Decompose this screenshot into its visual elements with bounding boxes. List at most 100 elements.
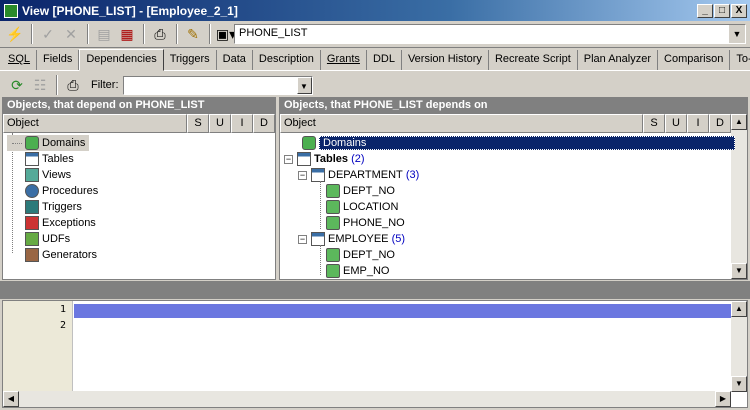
tree-item-employee[interactable]: − EMPLOYEE (5) bbox=[298, 231, 405, 247]
tab-data[interactable]: Data bbox=[217, 50, 253, 70]
main-toolbar: ⚡ ✓ ✕ ▤ ▦ ⎙ ✎ ▣▾ PHONE_LIST ▼ bbox=[0, 21, 750, 48]
tree-item-label: Exceptions bbox=[42, 217, 96, 229]
tree-item-field[interactable]: LOCATION bbox=[326, 199, 398, 215]
tree-item-label: Tables bbox=[314, 153, 349, 165]
tree-item-label: Domains bbox=[42, 137, 86, 149]
close-button[interactable]: X bbox=[731, 3, 747, 18]
tree-item-domains[interactable]: Domains bbox=[284, 135, 735, 151]
toolbar-separator bbox=[176, 24, 178, 44]
tab-comparison[interactable]: Comparison bbox=[658, 50, 731, 70]
dependencies-toolbar: ⟳ ☷ ⎙ Filter: ▼ bbox=[0, 73, 750, 97]
tree-item-count: (5) bbox=[391, 233, 406, 245]
scroll-up-button[interactable]: ▲ bbox=[731, 114, 747, 130]
tab-plan-analyzer[interactable]: Plan Analyzer bbox=[578, 50, 659, 70]
dependents-panel: Objects, that depend on PHONE_LIST Objec… bbox=[2, 97, 276, 280]
check-icon[interactable]: ✓ bbox=[37, 23, 59, 45]
table-icon[interactable]: ▤ bbox=[93, 23, 115, 45]
tree-item-procedures[interactable]: Procedures bbox=[7, 183, 98, 199]
horizontal-scrollbar[interactable]: ◀ ▶ bbox=[3, 391, 731, 407]
window-title: View [PHONE_LIST] - [Employee_2_1] bbox=[22, 3, 238, 18]
column-u[interactable]: U bbox=[665, 114, 687, 133]
cancel-icon[interactable]: ✕ bbox=[60, 23, 82, 45]
tab-ddl[interactable]: DDL bbox=[367, 50, 402, 70]
tree-item-field[interactable]: DEPT_NO bbox=[326, 183, 395, 199]
filter-combo[interactable]: ▼ bbox=[122, 75, 313, 95]
tree-item-department[interactable]: − DEPARTMENT (3) bbox=[298, 167, 419, 183]
domain-icon bbox=[25, 136, 39, 150]
column-object[interactable]: Object bbox=[3, 114, 187, 133]
tab-triggers[interactable]: Triggers bbox=[164, 50, 217, 70]
column-d[interactable]: D bbox=[253, 114, 275, 133]
tree-item-label: LOCATION bbox=[343, 201, 399, 213]
chevron-down-icon[interactable]: ▼ bbox=[729, 25, 745, 43]
tab-recreate-script[interactable]: Recreate Script bbox=[489, 50, 578, 70]
column-u[interactable]: U bbox=[209, 114, 231, 133]
tree-item-label: EMPLOYEE bbox=[328, 233, 389, 245]
dependents-panel-title: Objects, that depend on PHONE_LIST bbox=[3, 98, 275, 114]
tab-to-do[interactable]: To-do bbox=[730, 50, 750, 70]
tree-item-generators[interactable]: Generators bbox=[7, 247, 97, 263]
table-icon bbox=[25, 152, 39, 166]
scroll-down-button[interactable]: ▼ bbox=[731, 376, 747, 392]
collapse-icon[interactable]: − bbox=[298, 170, 307, 180]
tree-item-field[interactable]: PHONE_NO bbox=[326, 215, 405, 231]
scroll-up-button[interactable]: ▲ bbox=[731, 301, 747, 317]
print-preview-icon[interactable]: ▦ bbox=[116, 23, 138, 45]
column-i[interactable]: I bbox=[687, 114, 709, 133]
tree-item-label: Generators bbox=[42, 249, 98, 261]
lightning-icon[interactable]: ⚡ bbox=[4, 23, 26, 45]
tree-item-tables[interactable]: − Tables (2) bbox=[284, 151, 365, 167]
table-icon bbox=[311, 232, 325, 246]
tree-item-label: Triggers bbox=[42, 201, 82, 213]
column-s[interactable]: S bbox=[643, 114, 665, 133]
print-icon[interactable]: ⎙ bbox=[149, 23, 171, 45]
collapse-icon[interactable]: − bbox=[284, 154, 293, 164]
minimize-button[interactable]: _ bbox=[697, 3, 713, 18]
sql-editor[interactable]: 1 2 ▲ ▼ ◀ ▶ bbox=[2, 300, 748, 408]
print-icon[interactable]: ⎙ bbox=[62, 74, 84, 96]
grid-header: Object S U I D bbox=[280, 114, 731, 133]
column-s[interactable]: S bbox=[187, 114, 209, 133]
line-number: 2 bbox=[59, 320, 66, 331]
tree-item-label: UDFs bbox=[42, 233, 71, 245]
vertical-scrollbar[interactable]: ▲ ▼ bbox=[731, 301, 747, 392]
tree-item-exceptions[interactable]: Exceptions bbox=[7, 215, 96, 231]
tree-item-field[interactable]: DEPT_NO bbox=[326, 247, 395, 263]
dependencies-panel-title: Objects, that PHONE_LIST depends on bbox=[280, 98, 747, 114]
refresh-icon[interactable]: ⟳ bbox=[6, 74, 28, 96]
tab-description[interactable]: Description bbox=[253, 50, 321, 70]
tree-item-views[interactable]: Views bbox=[7, 167, 71, 183]
scroll-left-button[interactable]: ◀ bbox=[3, 391, 19, 407]
tab-version-history[interactable]: Version History bbox=[402, 50, 489, 70]
column-d[interactable]: D bbox=[709, 114, 731, 133]
table-icon bbox=[297, 152, 311, 166]
udf-icon bbox=[25, 232, 39, 246]
tools-icon[interactable]: ✎ bbox=[182, 23, 204, 45]
chevron-down-icon[interactable]: ▼ bbox=[296, 76, 312, 94]
tree-icon[interactable]: ☷ bbox=[29, 74, 51, 96]
app-icon bbox=[4, 3, 18, 18]
tree-item-triggers[interactable]: Triggers bbox=[7, 199, 82, 215]
tree-item-tables[interactable]: Tables bbox=[7, 151, 74, 167]
tab-sql[interactable]: SQL bbox=[2, 50, 38, 70]
tree-item-label: Domains bbox=[319, 136, 735, 150]
tree-item-domains[interactable]: Domains bbox=[7, 135, 90, 151]
field-icon bbox=[326, 248, 340, 262]
tab-grants[interactable]: Grants bbox=[321, 50, 367, 70]
title-bar: View [PHONE_LIST] - [Employee_2_1] _ □ X bbox=[0, 0, 750, 21]
column-object[interactable]: Object bbox=[280, 114, 643, 133]
tree-item-label: Tables bbox=[42, 153, 74, 165]
scroll-right-button[interactable]: ▶ bbox=[715, 391, 731, 407]
column-i[interactable]: I bbox=[231, 114, 253, 133]
panel-splitter[interactable] bbox=[0, 281, 750, 299]
exception-icon bbox=[25, 216, 39, 230]
object-name-combo[interactable]: PHONE_LIST ▼ bbox=[234, 24, 746, 44]
tab-fields[interactable]: Fields bbox=[37, 50, 80, 70]
field-icon bbox=[326, 264, 340, 278]
tab-dependencies[interactable]: Dependencies bbox=[79, 49, 164, 71]
collapse-icon[interactable]: − bbox=[298, 234, 307, 244]
maximize-button[interactable]: □ bbox=[714, 3, 730, 18]
tree-item-udfs[interactable]: UDFs bbox=[7, 231, 70, 247]
scroll-down-button[interactable]: ▼ bbox=[731, 263, 747, 279]
tree-item-field[interactable]: EMP_NO bbox=[326, 263, 389, 279]
